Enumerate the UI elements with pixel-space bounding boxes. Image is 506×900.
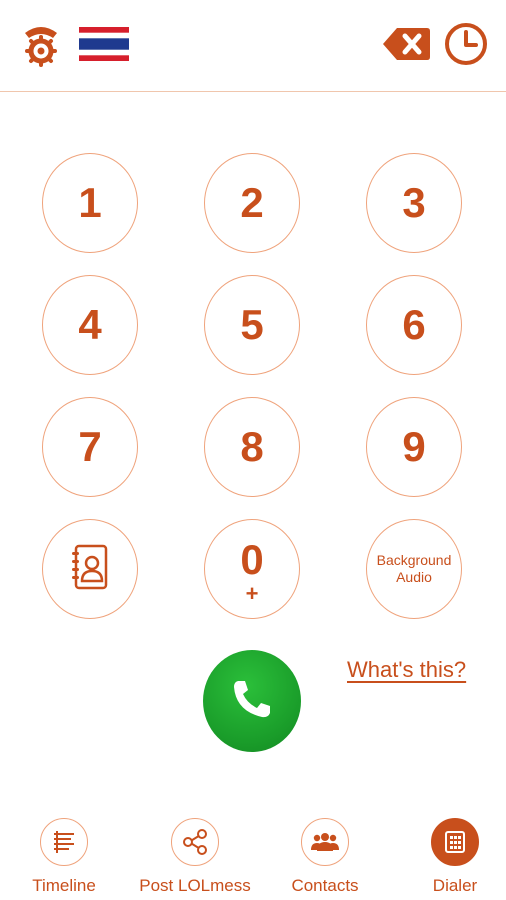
tab-post-lolmess[interactable]: Post LOLmess — [132, 818, 258, 900]
tab-label: Timeline — [32, 876, 96, 895]
tab-dialer[interactable]: Dialer — [392, 818, 506, 900]
background-audio-key[interactable]: Background Audio — [366, 519, 462, 619]
key-digit: 3 — [402, 179, 426, 226]
contact-book-icon — [70, 543, 110, 596]
contacts-group-icon — [301, 818, 349, 866]
key-8[interactable]: 8 — [204, 397, 300, 497]
key-digit: 2 — [240, 179, 264, 226]
key-digit: 6 — [402, 301, 426, 348]
top-bar — [0, 0, 506, 92]
key-7[interactable]: 7 — [42, 397, 138, 497]
tab-label: Contacts — [291, 876, 359, 895]
key-2[interactable]: 2 — [204, 153, 300, 253]
tab-contacts[interactable]: Contacts — [262, 818, 388, 900]
key-3[interactable]: 3 — [366, 153, 462, 253]
settings-phone-icon[interactable] — [18, 20, 64, 68]
share-icon — [171, 818, 219, 866]
key-digit: 7 — [78, 423, 102, 470]
key-digit: 8 — [240, 423, 264, 470]
key-9[interactable]: 9 — [366, 397, 462, 497]
background-audio-line2: Audio — [396, 569, 432, 585]
key-digit: 1 — [78, 179, 102, 226]
backspace-icon[interactable] — [380, 24, 432, 64]
key-6[interactable]: 6 — [366, 275, 462, 375]
key-sub-plus: + — [245, 581, 259, 606]
key-digit: 4 — [78, 301, 102, 348]
tab-timeline[interactable]: Timeline — [1, 818, 127, 900]
header-divider — [0, 91, 506, 92]
key-4[interactable]: 4 — [42, 275, 138, 375]
history-clock-icon[interactable] — [443, 21, 489, 67]
dialer-icon — [431, 818, 479, 866]
whats-this-link[interactable]: What's this? — [347, 657, 466, 683]
tab-label: Dialer — [432, 876, 478, 895]
contacts-book-key[interactable] — [42, 519, 138, 619]
key-1[interactable]: 1 — [42, 153, 138, 253]
tab-label: Post LOLmess — [139, 876, 251, 895]
background-audio-line1: Background — [376, 552, 452, 568]
key-digit: 0 — [240, 536, 264, 583]
timeline-icon — [40, 818, 88, 866]
key-5[interactable]: 5 — [204, 275, 300, 375]
key-0[interactable]: 0 + — [204, 519, 300, 619]
key-digit: 9 — [402, 423, 426, 470]
thailand-flag-icon[interactable] — [79, 26, 129, 62]
key-digit: 5 — [240, 301, 264, 348]
phone-icon — [228, 675, 276, 728]
call-button[interactable] — [203, 650, 301, 752]
